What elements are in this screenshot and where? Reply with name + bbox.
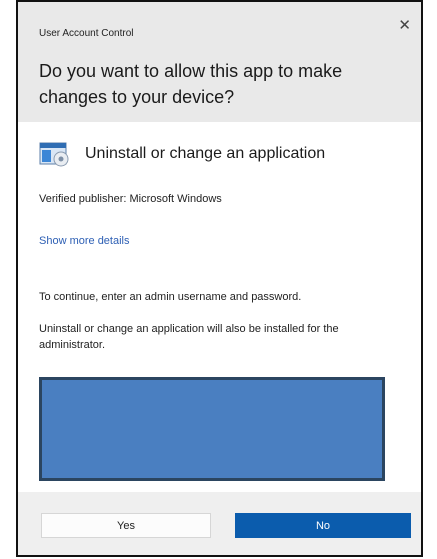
- app-info: Uninstall or change an application: [39, 138, 325, 170]
- yes-button[interactable]: Yes: [41, 513, 211, 538]
- show-more-details-link[interactable]: Show more details: [39, 235, 130, 247]
- dialog-footer: Yes No: [18, 492, 421, 555]
- app-name: Uninstall or change an application: [85, 145, 326, 162]
- no-button[interactable]: No: [235, 513, 411, 538]
- credential-input-area[interactable]: [39, 377, 385, 481]
- dialog-header: User Account Control ✕ Do you want to al…: [18, 2, 421, 122]
- uac-dialog: User Account Control ✕ Do you want to al…: [16, 0, 423, 557]
- verified-publisher: Verified publisher: Microsoft Windows: [39, 193, 222, 205]
- close-icon[interactable]: ✕: [398, 18, 411, 33]
- permission-question: Do you want to allow this app to make ch…: [39, 61, 343, 107]
- dialog-title: User Account Control: [39, 28, 134, 39]
- application-icon: [39, 140, 71, 168]
- install-note: Uninstall or change an application will …: [39, 323, 339, 351]
- instruction-text: To continue, enter an admin username and…: [39, 291, 302, 303]
